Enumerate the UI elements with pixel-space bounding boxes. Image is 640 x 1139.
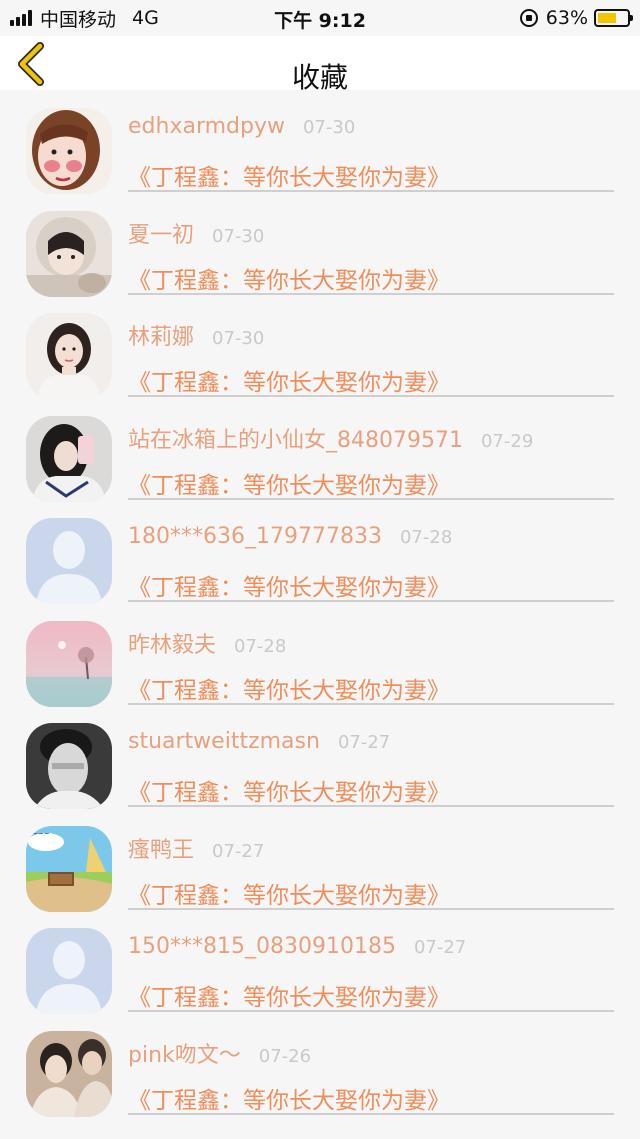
name-line: 夏一初 07-30 (128, 217, 264, 249)
book-title-link[interactable]: 《丁程鑫：等你长大娶你为妻》 (128, 773, 450, 807)
avatar-image (26, 1031, 112, 1117)
name-line: 180***636_179777833 07-28 (128, 524, 452, 549)
username[interactable]: 180***636_179777833 (128, 524, 382, 549)
list-item[interactable]: 林莉娜 07-30 《丁程鑫：等你长大娶你为妻》 (0, 295, 640, 398)
avatar-image (26, 826, 112, 912)
avatar[interactable] (26, 621, 112, 707)
status-bar: 中国移动 4G 下午 9:12 63% (0, 0, 640, 36)
date: 07-30 (212, 225, 265, 247)
book-title-link[interactable]: 《丁程鑫：等你长大娶你为妻》 (128, 568, 450, 602)
avatar[interactable] (26, 723, 112, 809)
list-item[interactable]: 昨林毅夫 07-28 《丁程鑫：等你长大娶你为妻》 (0, 603, 640, 706)
divider (128, 1112, 614, 1115)
book-title-link[interactable]: 《丁程鑫：等你长大娶你为妻》 (128, 158, 450, 192)
username[interactable]: 瘙鸭王 (128, 832, 194, 864)
avatar[interactable] (26, 211, 112, 297)
book-title-link[interactable]: 《丁程鑫：等你长大娶你为妻》 (128, 671, 450, 705)
name-line: 昨林毅夫 07-28 (128, 627, 286, 659)
avatar-image (26, 621, 112, 707)
username[interactable]: 150***815_0830910185 (128, 934, 396, 959)
rotation-lock-icon (519, 9, 538, 27)
avatar-image (26, 928, 112, 1014)
username[interactable]: 昨林毅夫 (128, 627, 216, 659)
date: 07-28 (399, 527, 453, 548)
name-line: 瘙鸭王 07-27 (128, 832, 264, 864)
avatar[interactable] (26, 1031, 112, 1117)
book-title-link[interactable]: 《丁程鑫：等你长大娶你为妻》 (128, 1081, 450, 1115)
name-line: stuartweittzmasn 07-27 (128, 729, 390, 754)
avatar[interactable] (26, 416, 112, 502)
list-item[interactable]: 站在冰箱上的小仙女_848079571 07-29 《丁程鑫：等你长大娶你为妻》 (0, 398, 640, 501)
favorites-list: edhxarmdpyw 07-30 《丁程鑫：等你长大娶你为妻》 夏一初 07-30 《丁… (0, 90, 640, 1115)
name-line: pink吻文～ 07-26 (128, 1037, 311, 1069)
date: 07-30 (302, 117, 356, 138)
date: 07-26 (258, 1045, 312, 1067)
date: 07-27 (413, 937, 467, 958)
name-line: edhxarmdpyw 07-30 (128, 114, 355, 139)
list-item[interactable]: edhxarmdpyw 07-30 《丁程鑫：等你长大娶你为妻》 (0, 90, 640, 193)
book-title-link[interactable]: 《丁程鑫：等你长大娶你为妻》 (128, 466, 450, 500)
list-item[interactable]: 180***636_179777833 07-28 《丁程鑫：等你长大娶你为妻》 (0, 500, 640, 603)
book-title-link[interactable]: 《丁程鑫：等你长大娶你为妻》 (128, 978, 450, 1012)
battery-percent: 63% (545, 7, 588, 29)
avatar[interactable] (26, 826, 112, 912)
list-item[interactable]: 夏一初 07-30 《丁程鑫：等你长大娶你为妻》 (0, 193, 640, 296)
list-item[interactable]: pink吻文～ 07-26 《丁程鑫：等你长大娶你为妻》 (0, 1013, 640, 1116)
avatar-image (26, 518, 112, 604)
status-right: 63% (519, 6, 633, 30)
username[interactable]: pink吻文～ (128, 1037, 241, 1069)
date: 07-30 (212, 328, 265, 349)
battery-fill (598, 13, 616, 23)
list-item[interactable]: 瘙鸭王 07-27 《丁程鑫：等你长大娶你为妻》 (0, 808, 640, 911)
battery-icon (594, 9, 633, 27)
book-title-link[interactable]: 《丁程鑫：等你长大娶你为妻》 (128, 876, 450, 910)
avatar-image (26, 416, 112, 502)
name-line: 站在冰箱上的小仙女_848079571 07-29 (128, 422, 533, 454)
username[interactable]: stuartweittzmasn (128, 729, 320, 754)
book-title-link[interactable]: 《丁程鑫：等你长大娶你为妻》 (128, 261, 450, 295)
username[interactable]: 夏一初 (128, 217, 194, 249)
username[interactable]: edhxarmdpyw (128, 114, 285, 139)
date: 07-29 (480, 430, 534, 452)
date: 07-27 (337, 732, 391, 753)
list-item[interactable]: stuartweittzmasn 07-27 《丁程鑫：等你长大娶你为妻》 (0, 705, 640, 808)
date: 07-28 (234, 635, 287, 657)
avatar[interactable] (26, 518, 112, 604)
username[interactable]: 站在冰箱上的小仙女_848079571 (128, 422, 463, 454)
avatar-image (26, 723, 112, 809)
book-title-link[interactable]: 《丁程鑫：等你长大娶你为妻》 (128, 363, 450, 397)
date: 07-27 (212, 840, 265, 862)
username[interactable]: 林莉娜 (128, 319, 194, 351)
name-line: 林莉娜 07-30 (128, 319, 264, 351)
name-line: 150***815_0830910185 07-27 (128, 934, 466, 959)
avatar-image (26, 108, 112, 194)
nav-bar: 收藏 (0, 36, 640, 94)
list-item[interactable]: 150***815_0830910185 07-27 《丁程鑫：等你长大娶你为妻》 (0, 910, 640, 1013)
avatar-image (26, 211, 112, 297)
avatar-image (26, 313, 112, 399)
avatar[interactable] (26, 108, 112, 194)
avatar[interactable] (26, 313, 112, 399)
avatar[interactable] (26, 928, 112, 1014)
